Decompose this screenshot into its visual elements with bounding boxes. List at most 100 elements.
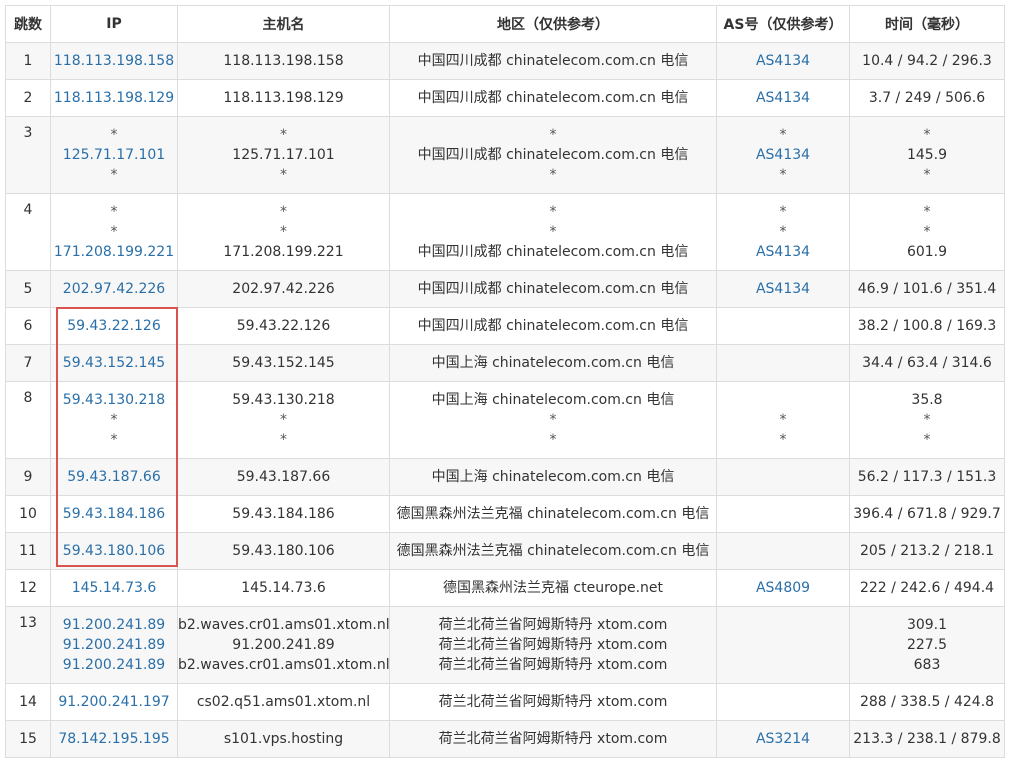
ip-link[interactable]: 91.200.241.197 [51,692,177,712]
host-cell: 59.43.184.186 [177,495,390,533]
time-cell: * * 601.9 [849,193,1005,271]
ip-cell: 59.43.22.126 [50,307,178,345]
as-link[interactable]: AS4134 [717,279,849,299]
region-cell: 中国四川成都 chinatelecom.com.cn 电信 [389,307,717,345]
hop-cell: 8 [5,381,51,459]
as-link[interactable]: AS4134 [717,145,849,165]
ip-link[interactable]: 171.208.199.221 [51,242,177,262]
ip-link[interactable]: 202.97.42.226 [51,279,177,299]
region-value: 荷兰北荷兰省阿姆斯特丹 xtom.com [438,637,668,653]
host-value: * [280,127,287,143]
table-row: 15 78.142.195.195 s101.vps.hosting 荷兰北荷兰省阿姆… [5,720,1005,758]
as-cell [716,458,850,496]
region-value: * [549,432,557,448]
ip-link[interactable]: 91.200.241.89 [51,635,177,655]
as-link[interactable]: AS4134 [717,88,849,108]
host-value: 59.43.184.186 [232,506,335,522]
ip-link[interactable]: 59.43.152.145 [51,353,177,373]
hop-cell: 12 [5,569,51,607]
as-link[interactable]: AS3214 [717,729,849,749]
time-cell: 3.7 / 249 / 506.6 [849,79,1005,117]
as-cell: * * AS4134 [716,193,850,271]
host-value: 145.14.73.6 [241,580,326,596]
region-cell: 荷兰北荷兰省阿姆斯特丹 xtom.com [389,683,717,721]
ip-value: * [110,412,118,428]
host-cell: 59.43.130.218 * * [177,381,390,459]
ip-link[interactable]: 91.200.241.89 [51,655,177,675]
ip-link[interactable]: 59.43.187.66 [51,467,177,487]
time-cell: 222 / 242.6 / 494.4 [849,569,1005,607]
host-value: * [280,204,287,220]
ip-link[interactable]: 118.113.198.129 [51,88,177,108]
region-value: 荷兰北荷兰省阿姆斯特丹 xtom.com [438,731,668,747]
region-value: 荷兰北荷兰省阿姆斯特丹 xtom.com [438,694,668,710]
host-cell: 59.43.180.106 [177,532,390,570]
ip-link[interactable]: 59.43.180.106 [51,541,177,561]
table-row: 2 118.113.198.129 118.113.198.129 中国四川成都 ch… [5,79,1005,117]
as-cell: AS3214 [716,720,850,758]
hop-cell: 9 [5,458,51,496]
hop-cell: 5 [5,270,51,308]
region-value: 中国四川成都 chinatelecom.com.cn 电信 [417,53,689,69]
time-value: * [923,412,931,428]
ip-link[interactable]: 125.71.17.101 [51,145,177,165]
ip-link[interactable]: 78.142.195.195 [51,729,177,749]
host-value: 118.113.198.158 [223,53,344,69]
region-cell: 中国四川成都 chinatelecom.com.cn 电信 [389,79,717,117]
ip-link[interactable]: 118.113.198.158 [51,51,177,71]
host-value: 59.43.180.106 [232,543,335,559]
as-cell: * AS4134 * [716,116,850,194]
as-value [717,353,849,373]
ip-link[interactable]: 91.200.241.89 [51,615,177,635]
ip-cell: 202.97.42.226 [50,270,178,308]
ip-value: * [110,167,118,183]
header-as: AS号（仅供参考） [716,5,850,43]
region-cell: 荷兰北荷兰省阿姆斯特丹 xtom.com 荷兰北荷兰省阿姆斯特丹 xtom.com… [389,606,717,684]
table-row: 4 * * 171.208.199.221 * * 171.208.199.221 * * 中国四… [5,193,1005,271]
as-cell [716,606,850,684]
host-cell: b2.waves.cr01.ams01.xtom.nl 91.200.241.89… [177,606,390,684]
as-link[interactable]: AS4134 [717,51,849,71]
time-value: 38.2 / 100.8 / 169.3 [857,318,997,334]
host-value: 118.113.198.129 [223,90,344,106]
host-value: 59.43.22.126 [236,318,331,334]
as-cell [716,495,850,533]
time-value: 396.4 / 671.8 / 929.7 [853,506,1001,522]
host-cell: 59.43.152.145 [177,344,390,382]
table-row: 9 59.43.187.66 59.43.187.66 中国上海 chinatelec… [5,458,1005,496]
region-cell: 中国上海 chinatelecom.com.cn 电信 * * [389,381,717,459]
traceroute-table: 跳数 IP 主机名 地区（仅供参考） AS号（仅供参考） 时间（毫秒） 1 118… [5,5,1005,758]
region-cell: 德国黑森州法兰克福 chinatelecom.com.cn 电信 [389,532,717,570]
region-value: * [549,224,557,240]
as-link[interactable]: AS4134 [717,242,849,262]
region-value: 中国四川成都 chinatelecom.com.cn 电信 [417,90,689,106]
time-cell: 309.1 227.5 683 [849,606,1005,684]
time-value: * [923,432,931,448]
host-value: 171.208.199.221 [223,244,344,260]
ip-value: * [110,204,118,220]
region-cell: 德国黑森州法兰克福 chinatelecom.com.cn 电信 [389,495,717,533]
as-value [717,390,849,410]
ip-link[interactable]: 145.14.73.6 [51,578,177,598]
ip-link[interactable]: 59.43.184.186 [51,504,177,524]
host-value: 125.71.17.101 [232,147,335,163]
region-cell: 中国上海 chinatelecom.com.cn 电信 [389,458,717,496]
header-hop: 跳数 [5,5,51,43]
time-value: * [923,224,931,240]
ip-link[interactable]: 59.43.22.126 [51,316,177,336]
host-cell: cs02.q51.ams01.xtom.nl [177,683,390,721]
host-value: cs02.q51.ams01.xtom.nl [196,694,371,710]
time-value: 34.4 / 63.4 / 314.6 [862,355,992,371]
as-value: * [779,127,787,143]
ip-link[interactable]: 59.43.130.218 [51,390,177,410]
as-link[interactable]: AS4809 [717,578,849,598]
as-cell: AS4134 [716,79,850,117]
region-value: 中国上海 chinatelecom.com.cn 电信 [431,355,675,371]
ip-cell: 59.43.187.66 [50,458,178,496]
as-value: * [779,412,787,428]
hop-cell: 11 [5,532,51,570]
time-cell: 10.4 / 94.2 / 296.3 [849,42,1005,80]
time-value: 683 [913,657,941,673]
hop-cell: 15 [5,720,51,758]
table-row: 10 59.43.184.186 59.43.184.186 德国黑森州法兰克福 ch… [5,495,1005,533]
